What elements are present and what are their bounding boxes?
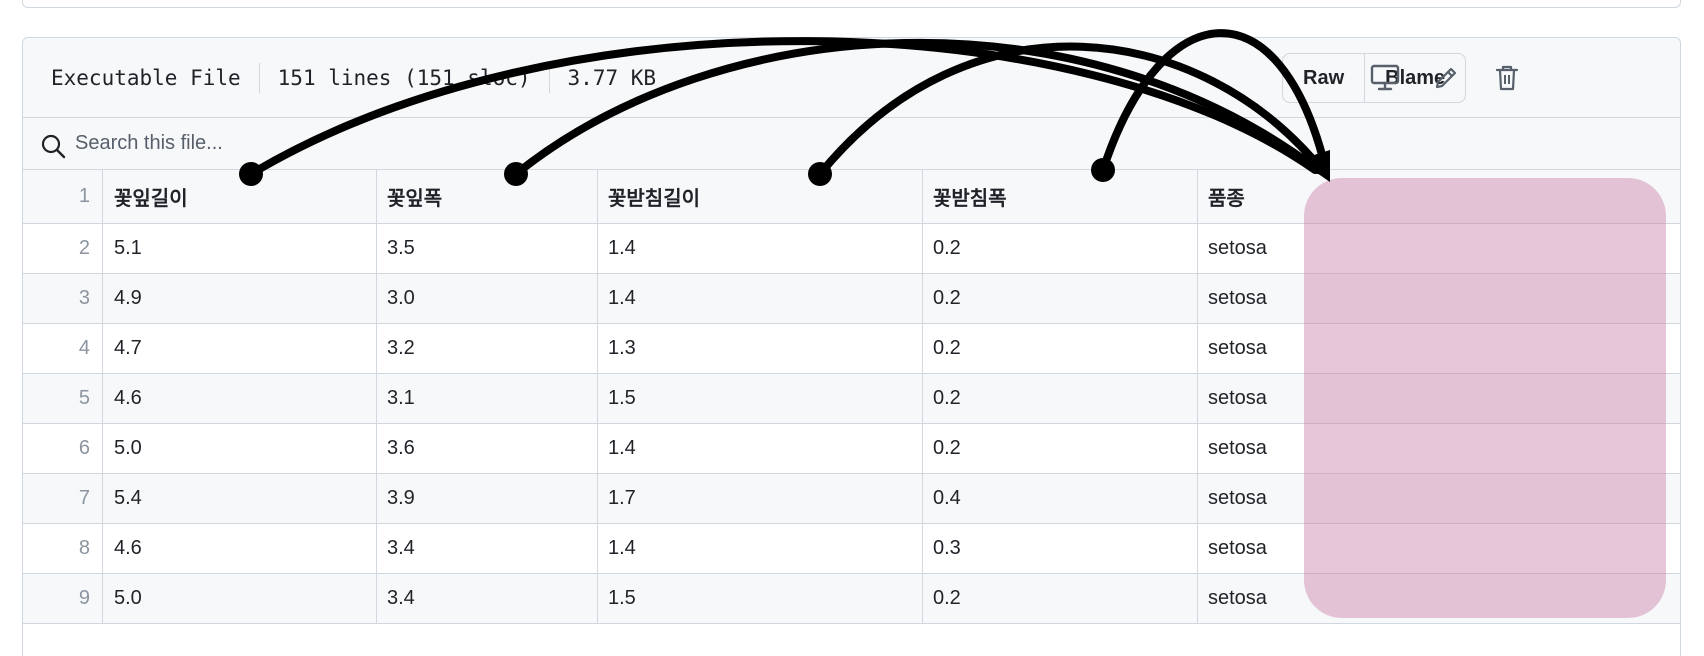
table-cell: 4.9	[104, 274, 377, 323]
line-number[interactable]: 1	[23, 170, 103, 223]
table-cell: setosa	[1208, 237, 1267, 259]
table-cell: setosa	[1208, 337, 1267, 359]
table-cell: 1.4	[598, 424, 923, 473]
table-cell: 0.2	[923, 274, 1198, 323]
table-cell: 1.5	[598, 574, 923, 623]
line-number[interactable]: 8	[23, 524, 103, 573]
table-cell: 3.2	[377, 324, 598, 373]
table-cell: 5.4	[104, 474, 377, 523]
table-cell: 0.2	[923, 424, 1198, 473]
table-cell: 1.7	[598, 474, 923, 523]
table-row: 6 5.0 3.6 1.4 0.2 setosa	[23, 424, 1680, 474]
table-cell: 1.4	[598, 224, 923, 273]
table-cell: 1.4	[598, 524, 923, 573]
table-cell: 5.0	[104, 574, 377, 623]
line-number[interactable]: 3	[23, 274, 103, 323]
table-cell: 0.4	[923, 474, 1198, 523]
table-cell: 1.3	[598, 324, 923, 373]
line-number[interactable]: 4	[23, 324, 103, 373]
table-row: 2 5.1 3.5 1.4 0.2 setosa	[23, 224, 1680, 274]
table-row: 9 5.0 3.4 1.5 0.2 setosa	[23, 574, 1680, 624]
table-cell: 3.9	[377, 474, 598, 523]
header-cell: 꽃잎폭	[377, 170, 598, 223]
file-search-bar	[23, 118, 1680, 170]
line-number[interactable]: 5	[23, 374, 103, 423]
header-cell: 꽃받침폭	[923, 170, 1198, 223]
line-number[interactable]: 6	[23, 424, 103, 473]
table-header-row: 1 꽃잎길이 꽃잎폭 꽃받침길이 꽃받침폭 품종	[23, 170, 1680, 224]
table-cell: 0.2	[923, 224, 1198, 273]
table-cell: 3.4	[377, 574, 598, 623]
line-count: 151 lines (151 sloc)	[277, 66, 531, 90]
line-number[interactable]: 9	[23, 574, 103, 623]
table-cell: 0.3	[923, 524, 1198, 573]
table-cell: 1.4	[598, 274, 923, 323]
table-cell: 3.5	[377, 224, 598, 273]
table-cell: setosa	[1208, 387, 1267, 409]
table-cell: setosa	[1208, 587, 1267, 609]
table-cell: 3.0	[377, 274, 598, 323]
header-cell: 꽃받침길이	[598, 170, 923, 223]
previous-panel	[22, 0, 1681, 8]
file-header: Executable File 151 lines (151 sloc) 3.7…	[23, 38, 1680, 118]
file-viewer: Executable File 151 lines (151 sloc) 3.7…	[22, 37, 1681, 656]
search-input[interactable]	[75, 126, 975, 160]
table-cell: 0.2	[923, 374, 1198, 423]
table-cell: setosa	[1208, 537, 1267, 559]
pencil-icon[interactable]	[1428, 60, 1464, 96]
table-row: 3 4.9 3.0 1.4 0.2 setosa	[23, 274, 1680, 324]
table-cell: 4.6	[104, 374, 377, 423]
table-cell: 5.0	[104, 424, 377, 473]
header-cell: 품종	[1208, 188, 1245, 210]
table-cell: 5.1	[104, 224, 377, 273]
table-cell: 4.7	[104, 324, 377, 373]
table-cell: 4.6	[104, 524, 377, 573]
table-cell: setosa	[1208, 287, 1267, 309]
line-number[interactable]: 7	[23, 474, 103, 523]
file-meta: Executable File 151 lines (151 sloc) 3.7…	[51, 38, 656, 118]
table-row: 7 5.4 3.9 1.7 0.4 setosa	[23, 474, 1680, 524]
table-row: 8 4.6 3.4 1.4 0.3 setosa	[23, 524, 1680, 574]
table-cell: 1.5	[598, 374, 923, 423]
search-icon	[41, 134, 67, 165]
table-cell: 0.2	[923, 324, 1198, 373]
table-cell: 3.4	[377, 524, 598, 573]
table-cell: 3.1	[377, 374, 598, 423]
table-cell: 0.2	[923, 574, 1198, 623]
table-cell: setosa	[1208, 437, 1267, 459]
divider	[258, 63, 260, 93]
file-size: 3.77 KB	[567, 66, 657, 90]
raw-button[interactable]: Raw	[1283, 54, 1364, 102]
trash-icon[interactable]	[1489, 60, 1525, 96]
file-type: Executable File	[51, 66, 241, 90]
header-cell: 꽃잎길이	[104, 170, 377, 223]
line-number[interactable]: 2	[23, 224, 103, 273]
table-row: 5 4.6 3.1 1.5 0.2 setosa	[23, 374, 1680, 424]
table-cell: setosa	[1208, 487, 1267, 509]
desktop-icon[interactable]	[1367, 60, 1403, 96]
table-cell: 3.6	[377, 424, 598, 473]
table-row: 4 4.7 3.2 1.3 0.2 setosa	[23, 324, 1680, 374]
divider	[548, 63, 550, 93]
